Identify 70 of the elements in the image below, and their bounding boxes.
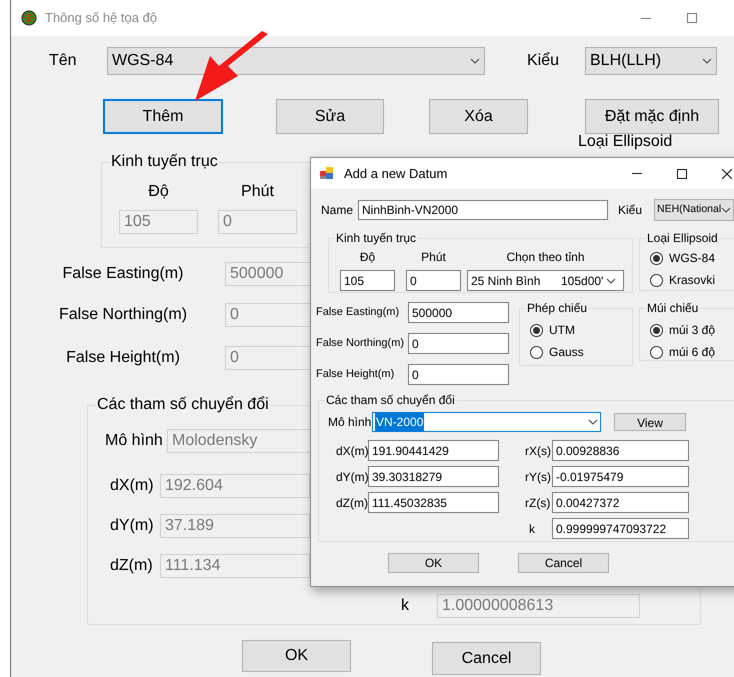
rotation-label: k (528, 520, 536, 538)
radio-label: UTM (549, 322, 575, 339)
minute-label: Phút (420, 249, 447, 266)
degree-label: Độ (147, 182, 170, 202)
view-button[interactable]: View (614, 413, 686, 431)
rotation-field[interactable]: 0.00928836 (552, 440, 689, 461)
radio-label: Gauss (549, 344, 584, 361)
offset-label: False Northing(m) (58, 305, 188, 325)
window-title: Thông số hệ tọa độ (45, 9, 158, 28)
cancel-button[interactable]: Cancel (432, 642, 541, 675)
model-label: Mô hình (328, 414, 372, 431)
shift-label: dY(m) (336, 468, 368, 486)
rotation-label: rX(s) (525, 442, 552, 460)
action-button[interactable]: Thêm (103, 99, 223, 134)
rotation-label: rZ(s) (525, 494, 552, 512)
model-dropdown[interactable]: VN-2000 (372, 412, 601, 432)
name-label: Tên (49, 51, 78, 71)
group-title: Phép chiếu (526, 300, 588, 317)
rotation-label: rY(s) (525, 468, 552, 486)
scale-label: k (401, 596, 410, 616)
minute-field[interactable]: 0 (406, 270, 461, 291)
province-label: Chọn theo tỉnh (505, 249, 586, 266)
shift-field[interactable]: 111.45032835 (368, 492, 499, 513)
rotation-field[interactable]: 0.999999747093722 (552, 518, 689, 539)
type-dropdown[interactable]: NEH(National (654, 199, 734, 221)
degree-field[interactable]: 105 (340, 270, 395, 291)
offset-label: False Height(m) (65, 348, 181, 368)
window-title: Add a new Datum (344, 164, 448, 183)
action-button[interactable]: Sửa (276, 99, 384, 134)
radio-label: WGS-84 (669, 250, 716, 267)
offset-field[interactable]: 0 (408, 333, 509, 354)
shift-label: dY(m) (110, 516, 155, 536)
action-button[interactable]: Xóa (429, 99, 528, 134)
degree-label: Độ (358, 249, 376, 266)
group-title: Các tham số chuyển đổi (96, 395, 270, 415)
offset-field[interactable]: 500000 (408, 302, 509, 323)
ok-button[interactable]: OK (242, 640, 351, 672)
rotation-field[interactable]: 0.00427372 (552, 492, 689, 513)
name-dropdown[interactable]: WGS-84 (107, 47, 485, 75)
shift-field[interactable]: 39.30318279 (368, 466, 499, 487)
province-dropdown[interactable]: 25 Ninh Bình 105d00' (467, 270, 624, 291)
type-label: Kiểu (527, 51, 560, 71)
shift-label: dX(m) (110, 476, 155, 496)
radio-label: Krasovki (669, 272, 716, 289)
group-title: Kinh tuyến trục (335, 230, 418, 247)
type-dropdown[interactable]: BLH(LLH) (585, 47, 717, 75)
ellipsoid-title: Loại Ellipsoid (578, 133, 672, 151)
group-title: Các tham số chuyển đổi (325, 392, 456, 409)
model-label: Mô hình (105, 431, 164, 451)
offset-label: False Easting(m) (62, 264, 184, 284)
action-button[interactable]: Đặt mặc định (585, 99, 719, 134)
group-title: Kinh tuyến trục (110, 152, 219, 172)
offset-label: False Height(m) (316, 367, 396, 382)
radio-label: múi 3 độ (669, 322, 716, 339)
minute-label: Phút (240, 182, 275, 202)
group-title: Múi chiếu (646, 300, 700, 317)
shift-label: dZ(m) (110, 556, 154, 576)
radio-label: múi 6 độ (669, 344, 716, 361)
shift-label: dX(m) (336, 442, 368, 460)
shift-label: dZ(m) (336, 494, 368, 512)
cancel-button[interactable]: Cancel (518, 553, 609, 573)
name-label: Name (321, 202, 354, 219)
type-label: Kiểu (618, 202, 644, 219)
ok-button[interactable]: OK (388, 553, 479, 573)
model-value: VN-2000 (375, 413, 424, 431)
rotation-field[interactable]: -0.01975479 (552, 466, 689, 487)
group-title: Loại Ellipsoid (646, 230, 719, 247)
name-field[interactable]: NinhBinh-VN2000 (358, 200, 608, 220)
offset-field[interactable]: 0 (408, 364, 509, 385)
shift-field[interactable]: 191.90441429 (368, 440, 499, 461)
